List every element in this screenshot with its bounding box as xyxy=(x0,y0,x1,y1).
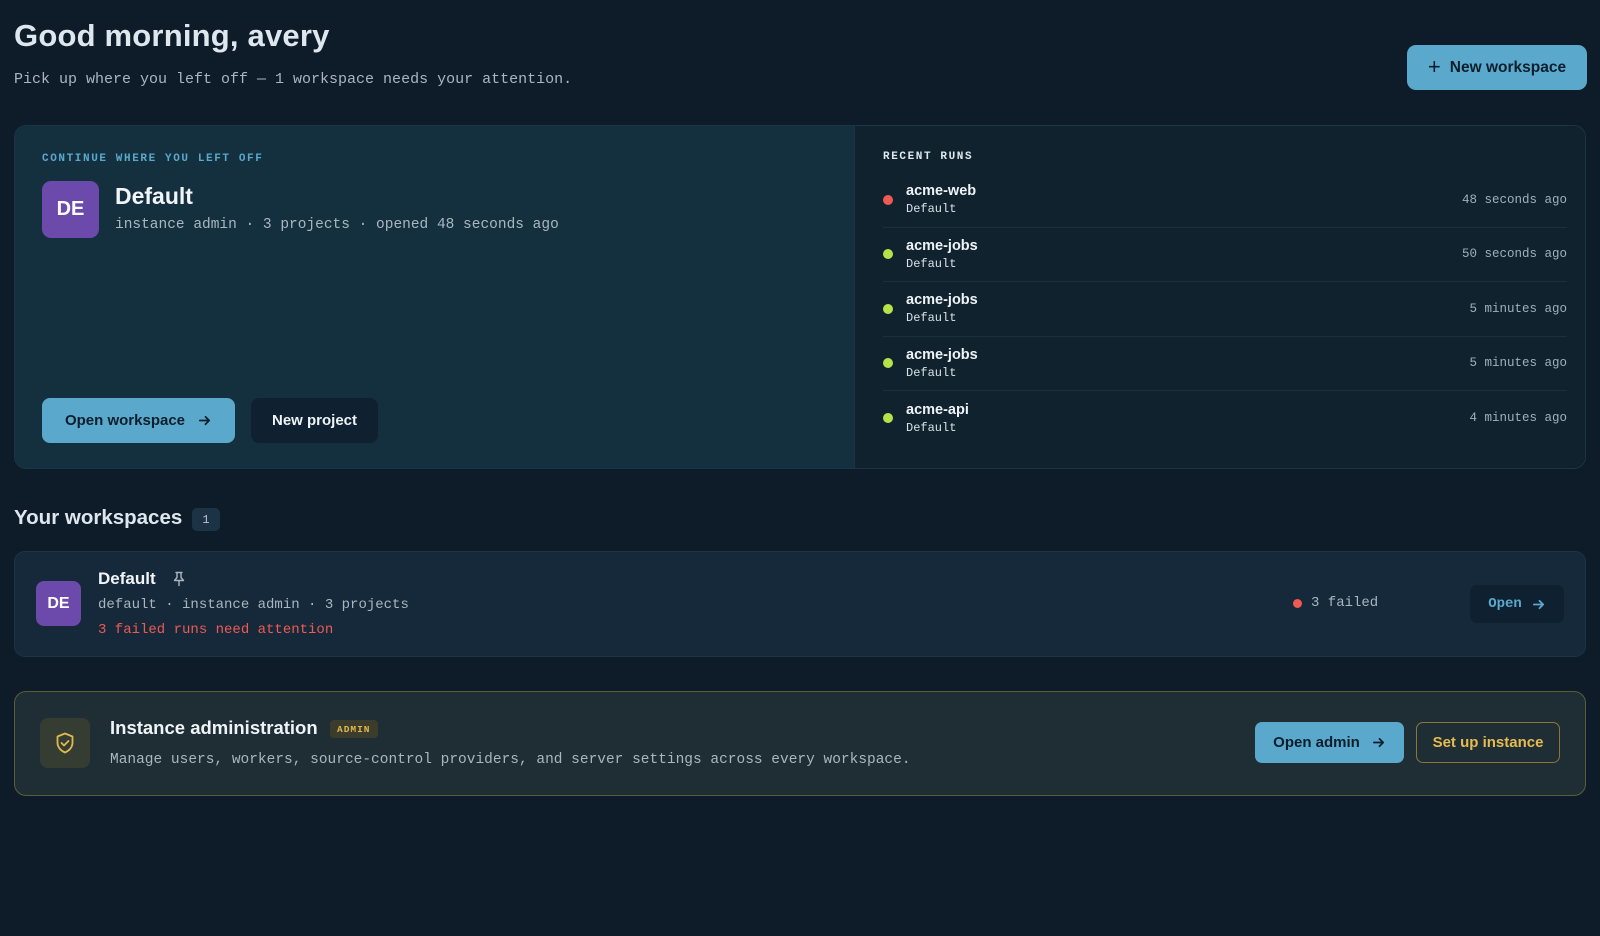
run-row[interactable]: acme-jobs Default 5 minutes ago xyxy=(883,282,1567,337)
run-name: acme-jobs xyxy=(906,237,978,254)
new-workspace-label: New workspace xyxy=(1449,58,1567,76)
arrow-right-icon xyxy=(1372,737,1384,748)
run-status-dot xyxy=(883,413,893,424)
workspace-count-badge: 1 xyxy=(192,508,220,531)
pin-icon[interactable] xyxy=(170,570,188,588)
run-workspace: Default xyxy=(906,311,957,326)
open-label: Open xyxy=(1488,596,1522,612)
setup-instance-button[interactable]: Set up instance xyxy=(1416,722,1560,763)
open-workspace-button[interactable]: Open workspace xyxy=(42,398,235,443)
run-time: 50 seconds ago xyxy=(1461,247,1567,262)
page-subtitle: Pick up where you left off — 1 workspace… xyxy=(14,71,573,88)
workspace-status-label: 3 failed xyxy=(1311,595,1379,611)
arrow-right-icon xyxy=(198,415,211,426)
workspace-name: Default xyxy=(98,569,156,588)
run-row[interactable]: acme-jobs Default 5 minutes ago xyxy=(883,337,1567,391)
page-title: Good morning, avery xyxy=(14,18,330,53)
continue-workspace-name: Default xyxy=(115,183,193,209)
open-admin-button[interactable]: Open admin xyxy=(1255,722,1404,763)
run-name: acme-jobs xyxy=(906,292,978,309)
run-workspace: Default xyxy=(906,365,957,380)
open-admin-label: Open admin xyxy=(1273,734,1360,751)
run-status-dot xyxy=(883,249,893,260)
run-time: 48 seconds ago xyxy=(1461,192,1567,207)
run-status-dot xyxy=(883,358,893,369)
failed-status-dot xyxy=(1293,598,1302,608)
admin-card: Instance administration ADMIN Manage use… xyxy=(14,691,1586,796)
continue-eyebrow: CONTINUE WHERE YOU LEFT OFF xyxy=(42,153,264,165)
recent-runs-panel: RECENT RUNS acme-web Default 48 seconds … xyxy=(854,126,1585,468)
workspace-status: 3 failed xyxy=(1293,595,1378,611)
run-workspace: Default xyxy=(906,202,957,217)
recent-runs-list: acme-web Default 48 seconds ago acme-job… xyxy=(883,173,1567,446)
run-row[interactable]: acme-web Default 48 seconds ago xyxy=(883,173,1567,228)
admin-title: Instance administration xyxy=(110,717,318,738)
continue-workspace-meta: instance admin · 3 projects · opened 48 … xyxy=(115,217,559,233)
run-row[interactable]: acme-api Default 4 minutes ago xyxy=(883,391,1567,446)
workspace-avatar: DE xyxy=(36,581,81,626)
workspace-card[interactable]: DE Default default · instance admin · 3 … xyxy=(14,551,1586,657)
admin-description: Manage users, workers, source-control pr… xyxy=(110,752,911,768)
run-status-dot xyxy=(883,194,893,205)
run-time: 5 minutes ago xyxy=(1469,301,1567,316)
run-name: acme-api xyxy=(906,401,969,418)
workspace-meta: default · instance admin · 3 projects xyxy=(98,597,409,613)
plus-icon: + xyxy=(1427,53,1441,79)
new-project-button[interactable]: New project xyxy=(251,398,378,443)
open-workspace-label: Open workspace xyxy=(64,412,186,429)
run-time: 5 minutes ago xyxy=(1469,356,1567,371)
recent-runs-title: RECENT RUNS xyxy=(883,151,974,163)
continue-panel: CONTINUE WHERE YOU LEFT OFF DE Default i… xyxy=(15,126,854,468)
new-workspace-button[interactable]: + New workspace xyxy=(1407,45,1587,90)
run-time: 4 minutes ago xyxy=(1469,411,1567,426)
arrow-right-icon xyxy=(1532,599,1544,609)
open-workspace-card-button[interactable]: Open xyxy=(1470,585,1564,623)
run-name: acme-web xyxy=(906,183,977,200)
run-workspace: Default xyxy=(906,420,957,435)
run-name: acme-jobs xyxy=(906,346,978,363)
admin-badge: ADMIN xyxy=(330,720,378,738)
shield-check-icon xyxy=(40,718,90,768)
workspace-avatar: DE xyxy=(42,181,99,238)
run-status-dot xyxy=(883,303,893,314)
continue-card: CONTINUE WHERE YOU LEFT OFF DE Default i… xyxy=(14,125,1586,469)
workspaces-section-title: Your workspaces xyxy=(14,506,183,529)
run-row[interactable]: acme-jobs Default 50 seconds ago xyxy=(883,228,1567,282)
workspace-alert: 3 failed runs need attention xyxy=(98,622,334,638)
run-workspace: Default xyxy=(906,256,957,271)
